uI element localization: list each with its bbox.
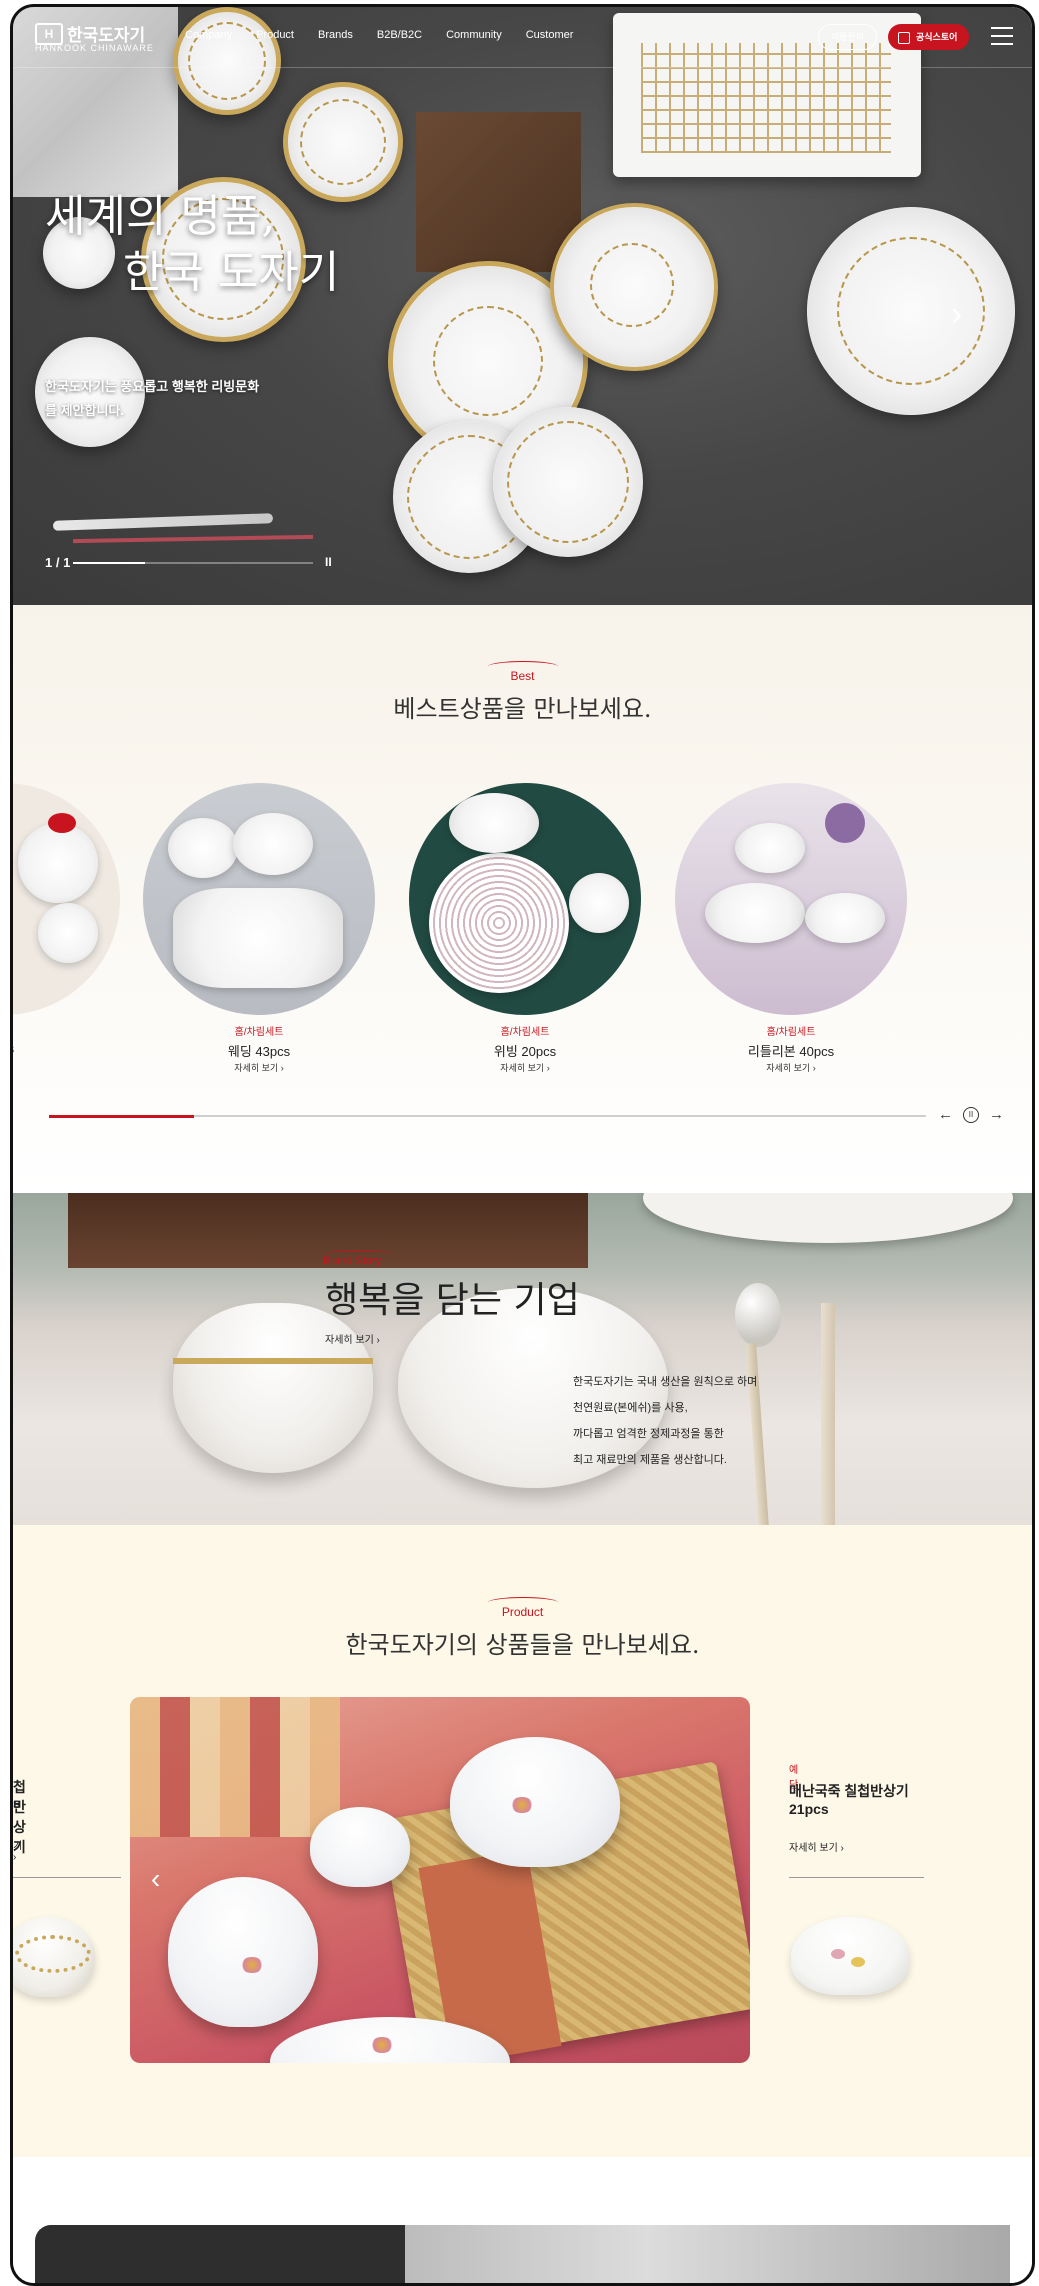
hero-title-line2: 한국 도자기 <box>123 247 340 298</box>
lidded-bowl <box>173 1303 373 1473</box>
product-count: 21pcs <box>789 1801 829 1817</box>
best-item-category: 홈/차림세트 <box>234 1027 284 1038</box>
dark-panel <box>35 2225 405 2283</box>
best-slider-controls: ← II → <box>938 1106 1004 1123</box>
plate <box>493 407 643 557</box>
hero-progress-fill <box>73 562 145 564</box>
product-inquiry-button[interactable]: 제품문의 <box>818 24 878 50</box>
best-item-category: 홈/차림세트 <box>500 1027 550 1038</box>
chopsticks <box>72 534 314 544</box>
hero-title-line1: 세계의 명품, <box>45 191 276 242</box>
best-progress-fill <box>49 1114 194 1118</box>
logo-english: HANKOOK CHINAWARE <box>35 43 154 53</box>
menu-company[interactable]: Company <box>185 29 232 41</box>
best-section: Best 베스트상품을 만나보세요. 트 pcs › 홈/차림세트 웨딩 43p… <box>13 605 1032 1193</box>
menu-b2b-b2c[interactable]: B2B/B2C <box>377 29 422 41</box>
chevron-left-icon[interactable]: ‹ <box>151 1863 160 1895</box>
divider <box>789 1877 924 1878</box>
spoon <box>735 1283 781 1347</box>
best-item-image[interactable] <box>675 783 907 1015</box>
best-item-more-link[interactable]: 자세히 보기 › <box>675 1061 907 1074</box>
best-item-name[interactable]: 리틀리본 40pcs <box>675 1041 907 1060</box>
story-desc-line: 천연원료(본에쉬)를 사용, <box>573 1402 688 1414</box>
hero-title: 세계의 명품, 한국 도자기 <box>45 189 339 301</box>
product-more-link[interactable]: 자세히 보기 › <box>789 1839 844 1854</box>
best-item-more-link[interactable]: 자세히 보기 › <box>143 1061 375 1074</box>
best-item-image[interactable] <box>409 783 641 1015</box>
menu-brands[interactable]: Brands <box>318 29 353 41</box>
story-desc-line: 까다롭고 엄격한 정제과정을 통한 <box>573 1428 724 1440</box>
hero-progress-bar <box>73 562 313 564</box>
story-eyebrow: Brand Story <box>323 1255 382 1267</box>
hero-pause-icon[interactable]: II <box>325 555 332 569</box>
product-count: s <box>13 1795 21 1811</box>
plate <box>643 1193 1013 1243</box>
arrow-left-icon[interactable]: ← <box>938 1106 953 1123</box>
next-section-preview <box>13 2157 1032 2283</box>
best-item-image[interactable] <box>143 783 375 1015</box>
menu-community[interactable]: Community <box>446 29 502 41</box>
best-item-more-link[interactable]: › <box>13 1061 120 1071</box>
best-progress-bar[interactable] <box>49 1114 926 1118</box>
official-store-label: 공식스토어 <box>916 32 958 42</box>
best-eyebrow: Best <box>510 669 535 683</box>
wood-stand <box>416 112 581 272</box>
store-icon <box>898 31 910 44</box>
plate <box>550 203 718 371</box>
arrow-right-icon[interactable]: → <box>989 1106 1004 1123</box>
best-item-more-link[interactable]: 자세히 보기 › <box>409 1061 641 1074</box>
plate <box>807 207 1015 415</box>
hero-next-icon[interactable]: › <box>951 295 962 334</box>
hamburger-menu-icon[interactable] <box>991 27 1013 51</box>
logo-mark-icon: H <box>35 22 63 45</box>
spoon <box>52 513 274 531</box>
plate <box>283 82 403 202</box>
products-eyebrow: Product <box>501 1605 544 1619</box>
story-description: 한국도자기는 국내 생산을 원칙으로 하며 천연원료(본에쉬)를 사용, 까다롭… <box>573 1369 833 1473</box>
story-title: 행복을 담는 기업 <box>325 1280 580 1321</box>
nav-divider <box>13 67 1032 68</box>
product-name: 매난국죽 칠첩반상기 <box>789 1783 909 1799</box>
best-item-name[interactable]: 웨딩 43pcs <box>143 1041 375 1060</box>
story-more-link[interactable]: 자세히 보기 › <box>325 1331 380 1346</box>
device-frame: H 한국도자기 HANKOOK CHINAWARE Company Product… <box>10 4 1035 2286</box>
divider <box>13 1877 121 1878</box>
best-item-name[interactable]: 위빙 20pcs <box>409 1041 641 1060</box>
best-item-category: 트 <box>13 1023 120 1038</box>
hero-description: 한국도자기는 풍요롭고 행복한 리빙문화를 제안합니다. <box>45 379 260 418</box>
product-more-link[interactable]: 기 › <box>13 1837 22 1863</box>
products-title: 한국도자기의 상품들을 만나보세요. <box>345 1631 700 1659</box>
best-item-category: 홈/차림세트 <box>766 1027 816 1038</box>
story-desc-line: 최고 재료만의 제품을 생산합니다. <box>573 1454 727 1466</box>
page-frame: H 한국도자기 HANKOOK CHINAWARE Company Product… <box>0 0 1039 2286</box>
best-title: 베스트상품을 만나보세요. <box>393 695 652 723</box>
best-item-image[interactable] <box>13 783 120 1015</box>
product-thumbnail <box>13 1917 95 1997</box>
best-item-name[interactable]: pcs <box>13 1041 120 1056</box>
brand-story-section: Brand Story 행복을 담는 기업 자세히 보기 › 한국도자기는 국내… <box>13 1193 1032 1525</box>
logo[interactable]: H 한국도자기 HANKOOK CHINAWARE <box>35 21 153 53</box>
product-main-image[interactable] <box>130 1697 750 2063</box>
menu-product[interactable]: Product <box>256 29 294 41</box>
hero-section: H 한국도자기 HANKOOK CHINAWARE Company Product… <box>13 7 1032 605</box>
top-navigation: H 한국도자기 HANKOOK CHINAWARE Company Product… <box>13 7 1032 68</box>
menu-customer[interactable]: Customer <box>526 29 574 41</box>
product-thumbnail <box>791 1917 909 1995</box>
photo-panel <box>405 2225 1010 2283</box>
story-desc-line: 한국도자기는 국내 생산을 원칙으로 하며 <box>573 1376 758 1388</box>
products-section: Product 한국도자기의 상품들을 만나보세요. 첩반상기 s 기 › ‹ … <box>13 1525 1032 2157</box>
hero-slide-counter: 1 / 1 <box>45 555 71 570</box>
pause-icon[interactable]: II <box>963 1106 979 1123</box>
official-store-button[interactable]: 공식스토어 <box>888 24 970 50</box>
main-menu: Company Product Brands B2B/B2C Community… <box>185 29 597 41</box>
